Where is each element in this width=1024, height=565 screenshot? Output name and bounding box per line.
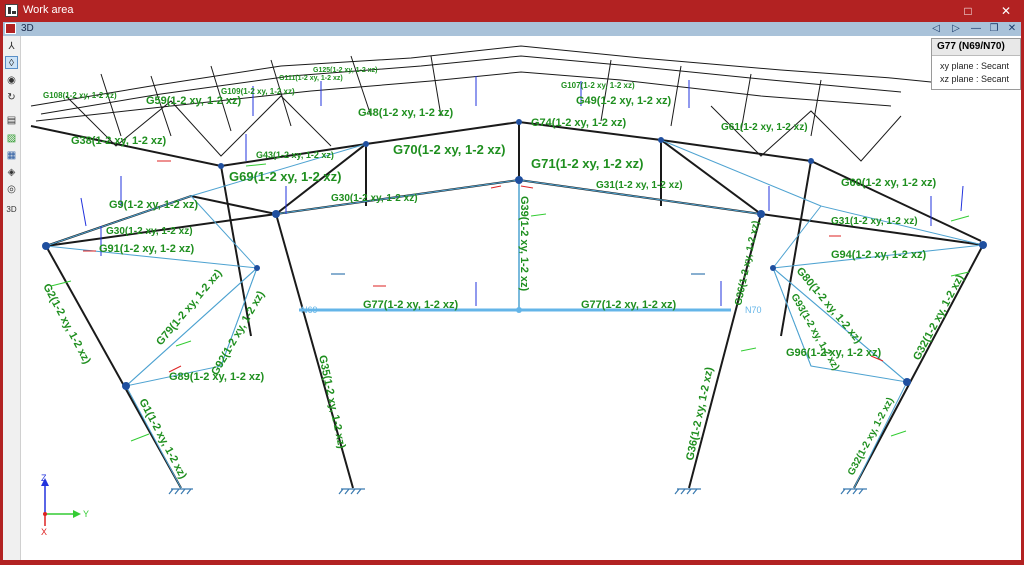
- layers-icon[interactable]: ▤: [5, 114, 18, 127]
- label-g71: G71(1-2 xy, 1-2 xz): [531, 156, 643, 171]
- label-g31b: G31(1-2 xy, 1-2 xz): [831, 216, 918, 227]
- label-g48: G48(1-2 xy, 1-2 xz): [358, 107, 454, 119]
- title-bar[interactable]: Work area □ ✕: [0, 0, 1024, 22]
- label-g79: G79(1-2 xy, 1-2 xz): [154, 267, 225, 348]
- green-panel-icon[interactable]: ▨: [5, 132, 18, 145]
- shield-icon[interactable]: ◊: [5, 56, 18, 69]
- label-g91: G91(1-2 xy, 1-2 xz): [99, 243, 195, 255]
- node-label-n69: N69: [301, 305, 318, 315]
- structure-drawing[interactable]: N69 N70 G108(1-2 xy, 1-2 xz) G109(1-2 xy…: [21, 36, 1021, 560]
- work-area-window: Work area □ ✕ 3D ◁ ▷ — ❐ ✕ ⅄ ◊ ◉ ↻ ▤ ▨ ▦…: [0, 0, 1024, 564]
- rotate-icon[interactable]: ↻: [5, 91, 18, 104]
- close-button[interactable]: ✕: [995, 2, 1017, 20]
- side-toolbar: ⅄ ◊ ◉ ↻ ▤ ▨ ▦ ◈ ◎ 3D: [3, 36, 21, 560]
- window-title: Work area: [23, 4, 74, 16]
- label-g49: G49(1-2 xy, 1-2 xz): [576, 95, 672, 107]
- label-g70: G70(1-2 xy, 1-2 xz): [393, 142, 505, 157]
- eye-view-icon[interactable]: ◉: [5, 74, 18, 87]
- label-g74: G74(1-2 xy, 1-2 xz): [531, 117, 627, 129]
- close-view-icon[interactable]: ✕: [1004, 22, 1020, 36]
- member-labels: G108(1-2 xy, 1-2 xz) G109(1-2 xy, 1-2 xz…: [40, 67, 966, 481]
- axis-y-label: Y: [83, 509, 89, 519]
- view-icon: [5, 23, 16, 34]
- label-g94: G94(1-2 xy, 1-2 xz): [831, 249, 927, 261]
- axis-x-label: X: [41, 527, 47, 537]
- label-g39: G39(1-2 xy, 1-2 xz): [518, 196, 530, 292]
- label-g1: G1(1-2 xy, 1-2 xz): [136, 397, 189, 482]
- label-g30a: G30(1-2 xy, 1-2 xz): [106, 226, 193, 237]
- label-g35: G35(1-2 xy, 1-2 xz): [316, 354, 348, 450]
- label-g77b: G77(1-2 xy, 1-2 xz): [581, 299, 677, 311]
- label-g32b: G32(1-2 xy, 1-2 xz): [846, 396, 896, 478]
- view-header: 3D ◁ ▷ — ❐ ✕: [3, 22, 1021, 36]
- cube-icon[interactable]: ◈: [5, 166, 18, 179]
- label-g107: G107(1-2 xy, 1-2 xz): [561, 81, 635, 90]
- label-g2: G2(1-2 xy, 1-2 xz): [40, 282, 93, 367]
- axis-z-label: Z: [41, 473, 47, 483]
- label-g77a: G77(1-2 xy, 1-2 xz): [363, 299, 459, 311]
- label-g9: G9(1-2 xy, 1-2 xz): [109, 199, 198, 211]
- label-g30b: G30(1-2 xy, 1-2 xz): [331, 193, 418, 204]
- label-g61: G61(1-2 xy, 1-2 xz): [721, 122, 808, 133]
- label-g60: G60(1-2 xy, 1-2 xz): [841, 177, 937, 189]
- label-g36b: G36(1-2 xy, 1-2 xz): [733, 220, 762, 307]
- axes-icon[interactable]: ⅄: [5, 40, 18, 53]
- next-view-icon[interactable]: ▷: [948, 22, 964, 36]
- supports: [168, 273, 867, 495]
- label-g38: G38(1-2 xy, 1-2 xz): [71, 135, 167, 147]
- app-icon: [5, 4, 18, 17]
- label-g32: G32(1-2 xy, 1-2 xz): [911, 272, 966, 362]
- label-g125: G125(1-2 xy, 1-2 xz): [313, 67, 377, 74]
- node-label-n70: N70: [745, 305, 762, 315]
- label-g59: G59(1-2 xy, 1-2 xz): [146, 95, 242, 107]
- view-label: 3D: [21, 23, 34, 34]
- label-g31a: G31(1-2 xy, 1-2 xz): [596, 180, 683, 191]
- info-xy-plane: xy plane : Secant: [940, 61, 1010, 71]
- restore-view-icon[interactable]: ❐: [986, 22, 1002, 36]
- model-canvas[interactable]: N69 N70 G108(1-2 xy, 1-2 xz) G109(1-2 xy…: [21, 36, 1021, 560]
- eye-icon[interactable]: ◎: [5, 183, 18, 196]
- minimize-view-icon[interactable]: —: [968, 22, 984, 36]
- 3d-view-icon[interactable]: 3D: [5, 203, 18, 216]
- info-panel-title: G77 (N69/N70): [932, 39, 1020, 56]
- label-g111: G111(1-2 xy, 1-2 xz): [279, 75, 343, 82]
- label-g69: G69(1-2 xy, 1-2 xz): [229, 169, 341, 184]
- info-panel: G77 (N69/N70) xy plane : Secant xz plane…: [931, 38, 1021, 90]
- prev-view-icon[interactable]: ◁: [928, 22, 944, 36]
- info-xz-plane: xz plane : Secant: [940, 74, 1010, 84]
- global-axes-indicator: Z Y X: [41, 473, 89, 537]
- label-g92: G92(1-2 xy, 1-2 xz): [209, 289, 267, 378]
- grid-panel-icon[interactable]: ▦: [5, 149, 18, 162]
- maximize-button[interactable]: □: [957, 2, 979, 20]
- label-g43: G43(1-2 xy, 1-2 xz): [256, 150, 334, 160]
- label-g108: G108(1-2 xy, 1-2 xz): [43, 91, 117, 100]
